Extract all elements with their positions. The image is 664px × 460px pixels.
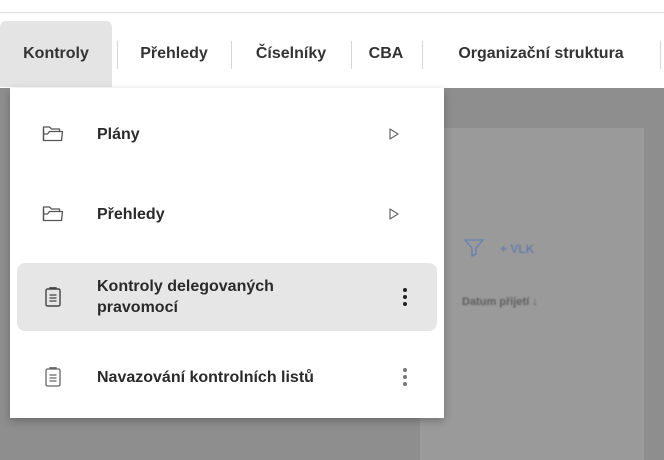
menu-tab-label: Organizační struktura bbox=[458, 45, 624, 62]
menu-tab-ciselniky[interactable]: Číselníky bbox=[234, 21, 348, 87]
main-menubar: Kontroly Přehledy Číselníky CBA Organiza… bbox=[0, 12, 664, 89]
menu-tab-label: Číselníky bbox=[255, 45, 327, 62]
background-toolbar-label: + VLK bbox=[500, 242, 535, 256]
clipboard-icon bbox=[41, 285, 65, 309]
menu-item-label: Kontroly delegovaných pravomocí bbox=[97, 278, 274, 316]
filter-icon bbox=[462, 236, 486, 267]
menu-item-label: Plány bbox=[97, 125, 140, 143]
menu-item-kontroly-delegovanych-pravomoci[interactable]: Kontroly delegovaných pravomocí bbox=[17, 263, 437, 331]
menu-item-plany[interactable]: Plány bbox=[17, 100, 437, 168]
menu-item-navazovani-kontrolnich-listu[interactable]: Navazování kontrolních listů bbox=[17, 343, 437, 411]
submenu-arrow-icon bbox=[387, 206, 401, 222]
menu-separator bbox=[117, 41, 118, 69]
menu-tab-organizacni-struktura[interactable]: Organizační struktura bbox=[425, 21, 657, 87]
menu-separator bbox=[660, 41, 661, 69]
menu-tab-kontroly[interactable]: Kontroly bbox=[0, 21, 112, 87]
background-column-header: Datum přijetí ↓ bbox=[462, 296, 538, 308]
more-vertical-icon[interactable] bbox=[399, 361, 411, 393]
menu-tab-label: Přehledy bbox=[140, 45, 208, 62]
menu-tab-label: Kontroly bbox=[23, 45, 89, 62]
background-card bbox=[420, 128, 644, 460]
menu-separator bbox=[422, 41, 423, 69]
menu-tab-label: CBA bbox=[368, 45, 404, 62]
menu-item-label: Navazování kontrolních listů bbox=[97, 368, 314, 386]
more-vertical-icon[interactable] bbox=[399, 281, 411, 313]
menu-item-prehledy[interactable]: Přehledy bbox=[17, 180, 437, 248]
folder-icon bbox=[41, 122, 65, 146]
menu-tab-cba[interactable]: CBA bbox=[354, 21, 418, 87]
kontroly-dropdown-menu: Plány Přehledy Kontroly delegovaných pra… bbox=[10, 88, 444, 418]
menu-tab-prehledy[interactable]: Přehledy bbox=[120, 21, 228, 87]
clipboard-icon bbox=[41, 365, 65, 389]
submenu-arrow-icon bbox=[387, 126, 401, 142]
menu-separator bbox=[351, 41, 352, 69]
menu-item-label: Přehledy bbox=[97, 205, 165, 223]
folder-icon bbox=[41, 202, 65, 226]
menu-separator bbox=[231, 41, 232, 69]
